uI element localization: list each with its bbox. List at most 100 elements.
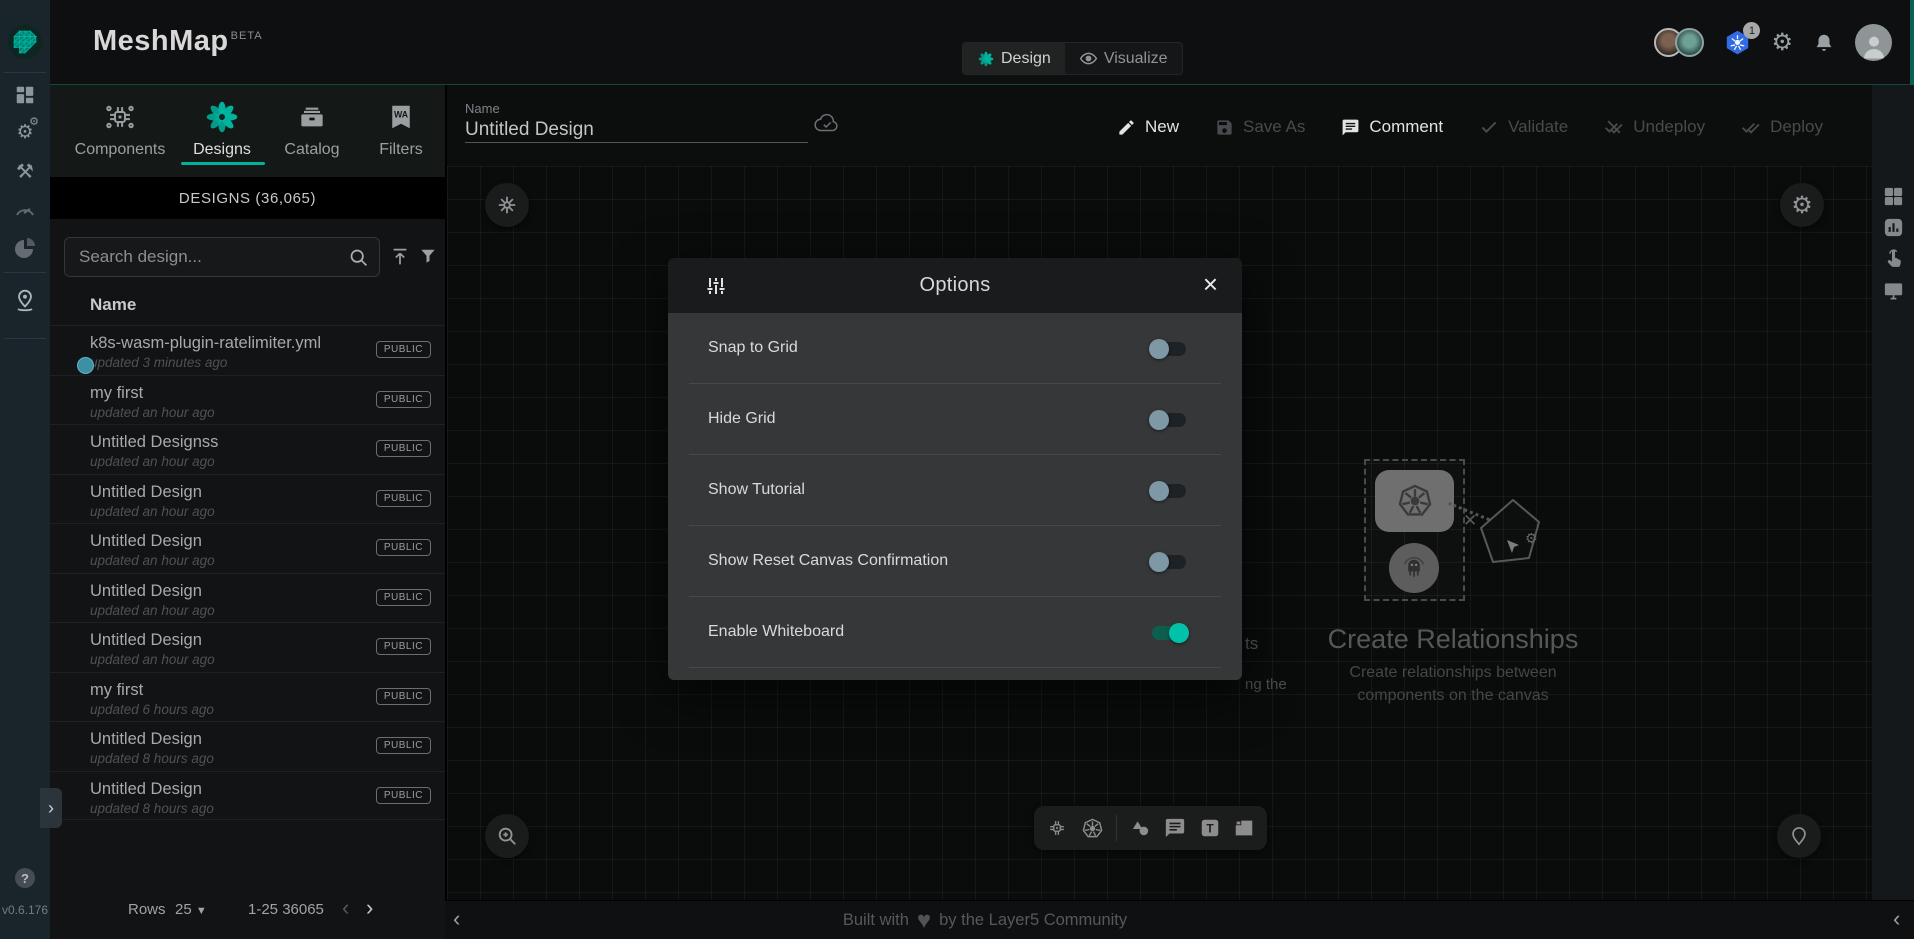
next-page-button[interactable]: › <box>366 895 373 921</box>
help-icon[interactable]: ? <box>15 868 35 888</box>
visibility-badge: PUBLIC <box>376 589 431 606</box>
options-modal-header: Options × <box>668 258 1242 313</box>
dock-components-icon[interactable] <box>1046 817 1068 839</box>
search-box <box>64 237 380 277</box>
save-as-button[interactable]: Save As <box>1215 117 1305 137</box>
validate-button[interactable]: Validate <box>1479 117 1568 137</box>
comment-bubble-icon <box>1341 118 1360 137</box>
design-owner-avatar <box>77 357 94 374</box>
interaction-hand-icon[interactable] <box>1872 247 1914 270</box>
import-design-icon[interactable] <box>389 246 411 268</box>
hidden-card-fragment: ng the <box>1245 676 1287 693</box>
lifecycle-gears-icon[interactable]: ⚙⚙ <box>0 121 50 145</box>
beta-tag: BETA <box>231 30 263 42</box>
performance-gauge-icon[interactable] <box>0 198 50 222</box>
visibility-badge: PUBLIC <box>376 638 431 655</box>
shapes-droplet-button[interactable] <box>1777 814 1821 858</box>
visibility-badge: PUBLIC <box>376 737 431 754</box>
hidden-card-fragment: ts <box>1245 634 1258 654</box>
tab-components[interactable]: Components <box>72 97 168 159</box>
design-list-item[interactable]: my firstupdated 6 hours ago PUBLIC <box>50 672 445 722</box>
tab-designs[interactable]: Designs <box>174 97 270 159</box>
configuration-tools-icon[interactable]: ⚒ <box>0 161 50 183</box>
tutorial-description: Create relationships between <box>1349 664 1556 682</box>
panel-tabs: Components Designs Catalog WA Filters <box>50 85 445 177</box>
show-tutorial-toggle[interactable] <box>1152 484 1186 498</box>
design-list-item[interactable]: Untitled Designupdated an hour ago PUBLI… <box>50 474 445 524</box>
meshmap-spiral-icon <box>977 50 995 68</box>
bottom-bar: ‹ Built with ♥ by the Layer5 Community ‹ <box>445 900 1914 939</box>
option-row: Snap to Grid <box>689 313 1221 384</box>
components-grid-icon[interactable] <box>1872 185 1914 208</box>
collapse-left-chevron[interactable]: ‹ <box>453 906 460 932</box>
design-list-item[interactable]: Untitled Designssupdated an hour ago PUB… <box>50 424 445 474</box>
notifications-bell-icon[interactable] <box>1813 32 1835 54</box>
rows-label: Rows <box>128 901 166 918</box>
comment-button[interactable]: Comment <box>1341 117 1443 137</box>
screen-share-icon[interactable] <box>1872 279 1914 302</box>
svg-text:T: T <box>1206 822 1214 836</box>
show-reset-canvas-confirmation-toggle[interactable] <box>1152 555 1186 569</box>
option-row: Enable Whiteboard <box>689 597 1221 668</box>
search-design-input[interactable] <box>79 238 349 276</box>
design-mode-button[interactable]: Design <box>963 43 1065 74</box>
dock-kubernetes-icon[interactable] <box>1081 817 1104 840</box>
design-list-item[interactable]: k8s-wasm-plugin-ratelimiter.ymlupdated 3… <box>50 325 445 375</box>
list-pagination: Rows 25 ▼ 1-25 36065 ‹ › <box>50 887 445 933</box>
settings-gear-icon[interactable]: ⚙ <box>1771 31 1793 55</box>
canvas-layout-wheel-button[interactable] <box>485 183 529 227</box>
cloud-saved-icon[interactable] <box>813 113 841 135</box>
extensions-pie-icon[interactable] <box>0 236 50 260</box>
expand-rail-chevron[interactable]: › <box>40 788 62 828</box>
deploy-button[interactable]: Deploy <box>1741 117 1823 137</box>
option-row: Show Reset Canvas Confirmation <box>689 526 1221 597</box>
catalog-drawer-icon <box>264 97 360 137</box>
collaborator-avatars[interactable] <box>1654 28 1704 57</box>
header-right-cluster: 1 ⚙ <box>1654 0 1892 85</box>
user-profile-avatar[interactable] <box>1855 24 1892 61</box>
design-list-item[interactable]: Untitled Designupdated 8 hours ago PUBLI… <box>50 771 445 821</box>
zoom-tool-button[interactable] <box>485 814 529 858</box>
wasm-filters-icon: WA <box>353 97 449 137</box>
design-list-item[interactable]: Untitled Designupdated an hour ago PUBLI… <box>50 573 445 623</box>
filter-funnel-icon[interactable] <box>418 246 438 266</box>
design-name-input[interactable] <box>465 117 808 143</box>
rows-per-page-select[interactable]: 25 ▼ <box>175 901 207 918</box>
designs-list: k8s-wasm-plugin-ratelimiter.ymlupdated 3… <box>50 325 445 820</box>
new-design-button[interactable]: New <box>1117 117 1179 137</box>
dashboard-icon[interactable] <box>0 84 50 106</box>
active-tab-indicator <box>181 162 265 165</box>
meshmap-pin-icon[interactable] <box>0 288 50 314</box>
collapse-right-chevron[interactable]: ‹ <box>1893 906 1900 932</box>
design-list-item[interactable]: my firstupdated an hour ago PUBLIC <box>50 375 445 425</box>
context-count-badge: 1 <box>1743 22 1760 39</box>
layer5-logo-icon[interactable] <box>7 24 43 60</box>
hide-grid-toggle[interactable] <box>1152 413 1186 427</box>
tutorial-dashed-selection <box>1364 459 1465 601</box>
tab-filters[interactable]: WA Filters <box>353 97 449 159</box>
visualize-mode-button[interactable]: Visualize <box>1065 43 1182 74</box>
tab-catalog[interactable]: Catalog <box>264 97 360 159</box>
right-drawer-edge <box>1910 0 1914 85</box>
tutorial-x-mark: ✕ <box>1463 511 1477 531</box>
dock-text-tool-icon[interactable]: T <box>1199 817 1221 839</box>
rail-divider <box>4 72 46 73</box>
chart-panel-icon[interactable] <box>1872 216 1914 239</box>
design-list-item[interactable]: Untitled Designupdated an hour ago PUBLI… <box>50 622 445 672</box>
enable-whiteboard-toggle[interactable] <box>1152 626 1186 640</box>
right-tool-rail <box>1872 85 1914 900</box>
svg-text:WA: WA <box>394 110 409 120</box>
design-list-item[interactable]: Untitled Designupdated an hour ago PUBLI… <box>50 523 445 573</box>
canvas-options-gear-button[interactable]: ⚙ <box>1780 183 1824 227</box>
dock-comment-icon[interactable] <box>1164 817 1186 839</box>
dock-media-icon[interactable] <box>1233 817 1255 839</box>
dock-shapes-icon[interactable] <box>1129 817 1152 840</box>
name-column-header: Name <box>90 295 136 315</box>
kubernetes-context-icon[interactable]: 1 <box>1724 29 1751 56</box>
previous-page-button[interactable]: ‹ <box>342 895 349 921</box>
snap-to-grid-toggle[interactable] <box>1152 342 1186 356</box>
collaborator-avatar[interactable] <box>1675 28 1704 57</box>
undeploy-button[interactable]: Undeploy <box>1604 117 1705 137</box>
design-list-item[interactable]: Untitled Designupdated 8 hours ago PUBLI… <box>50 721 445 771</box>
close-icon[interactable]: × <box>1203 268 1218 300</box>
